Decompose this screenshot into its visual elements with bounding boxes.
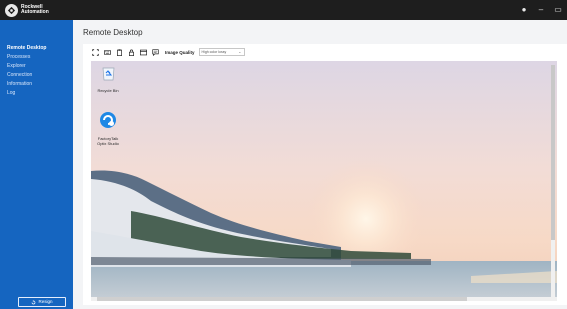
recycle-bin-icon: [102, 67, 114, 81]
image-quality-select[interactable]: High color lossy ⌄: [198, 48, 245, 56]
chevron-down-icon: ⌄: [238, 49, 242, 54]
main-area: Remote Desktop Image Quality High color …: [73, 20, 567, 309]
clipboard-icon[interactable]: [115, 48, 123, 56]
vertical-scroll-thumb[interactable]: [551, 65, 555, 240]
sidebar-item-connection[interactable]: Connection: [0, 71, 73, 80]
account-icon[interactable]: ●: [519, 5, 529, 15]
resign-button[interactable]: Resign: [18, 297, 66, 307]
remote-toolbar: Image Quality High color lossy ⌄: [91, 47, 245, 57]
resign-label: Resign: [38, 299, 53, 304]
minimize-icon[interactable]: –: [536, 5, 546, 15]
lock-icon[interactable]: [127, 48, 135, 56]
factorytalk-optix-icon: [100, 112, 116, 128]
sidebar-item-processes[interactable]: Processes: [0, 53, 73, 62]
desktop-wallpaper: [91, 61, 557, 301]
remote-desktop-panel: Image Quality High color lossy ⌄ Recycle…: [83, 44, 567, 305]
brand-line-2: Automation: [21, 9, 49, 15]
sidebar-item-remote-desktop[interactable]: Remote Desktop: [0, 44, 73, 53]
sidebar-item-explorer[interactable]: Explorer: [0, 62, 73, 71]
remote-desktop-view[interactable]: Recycle Bin FactoryTalk Optix Studio: [91, 61, 557, 301]
image-quality-label: Image Quality: [165, 49, 195, 55]
page-title: Remote Desktop: [83, 28, 143, 37]
rockwell-logo: Rockwell Automation: [5, 3, 65, 17]
chat-icon[interactable]: [151, 48, 159, 56]
sidebar-nav: Remote Desktop Processes Explorer Connec…: [0, 44, 73, 98]
horizontal-scrollbar[interactable]: [91, 297, 557, 301]
desktop-icon-recycle-bin[interactable]: Recycle Bin: [91, 65, 125, 93]
horizontal-scroll-thumb[interactable]: [97, 297, 467, 301]
sidebar: Remote Desktop Processes Explorer Connec…: [0, 20, 73, 309]
keyboard-icon[interactable]: [103, 48, 111, 56]
desktop-icon-label-line-2: Optix Studio: [97, 141, 119, 146]
image-quality-value: High color lossy: [201, 50, 227, 54]
fit-screen-icon[interactable]: [91, 48, 99, 56]
vertical-scrollbar[interactable]: [551, 65, 555, 297]
desktop-icon-factorytalk-optix[interactable]: FactoryTalk Optix Studio: [91, 111, 125, 146]
settings-window-icon[interactable]: [139, 48, 147, 56]
maximize-icon[interactable]: ▭: [553, 5, 563, 15]
sidebar-item-information[interactable]: Information: [0, 80, 73, 89]
resign-icon: [32, 299, 36, 304]
sidebar-item-log[interactable]: Log: [0, 89, 73, 98]
desktop-icon-label: Recycle Bin: [97, 88, 119, 93]
title-bar: Rockwell Automation ● – ▭: [0, 0, 567, 20]
rockwell-logo-icon: [5, 3, 18, 17]
